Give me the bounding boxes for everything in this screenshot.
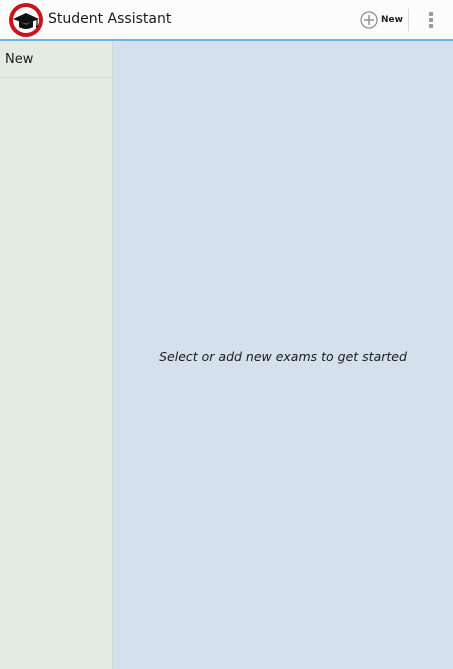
- action-bar: Student Assistant New: [0, 0, 453, 41]
- new-button-label: New: [381, 15, 403, 25]
- add-circle-icon: [360, 11, 378, 29]
- app-window: Student Assistant New New Select or add …: [0, 0, 453, 669]
- empty-state-message: Select or add new exams to get started: [159, 349, 407, 364]
- new-button[interactable]: New: [356, 4, 404, 36]
- action-divider: [408, 9, 409, 31]
- sidebar-item-new[interactable]: New: [0, 41, 112, 78]
- overflow-menu-icon[interactable]: [421, 6, 441, 34]
- sidebar-item-label: New: [5, 51, 34, 67]
- graduation-cap-icon[interactable]: [8, 2, 44, 38]
- app-title: Student Assistant: [48, 11, 172, 27]
- exam-list-sidebar: New: [0, 41, 113, 669]
- detail-pane: Select or add new exams to get started: [113, 41, 453, 669]
